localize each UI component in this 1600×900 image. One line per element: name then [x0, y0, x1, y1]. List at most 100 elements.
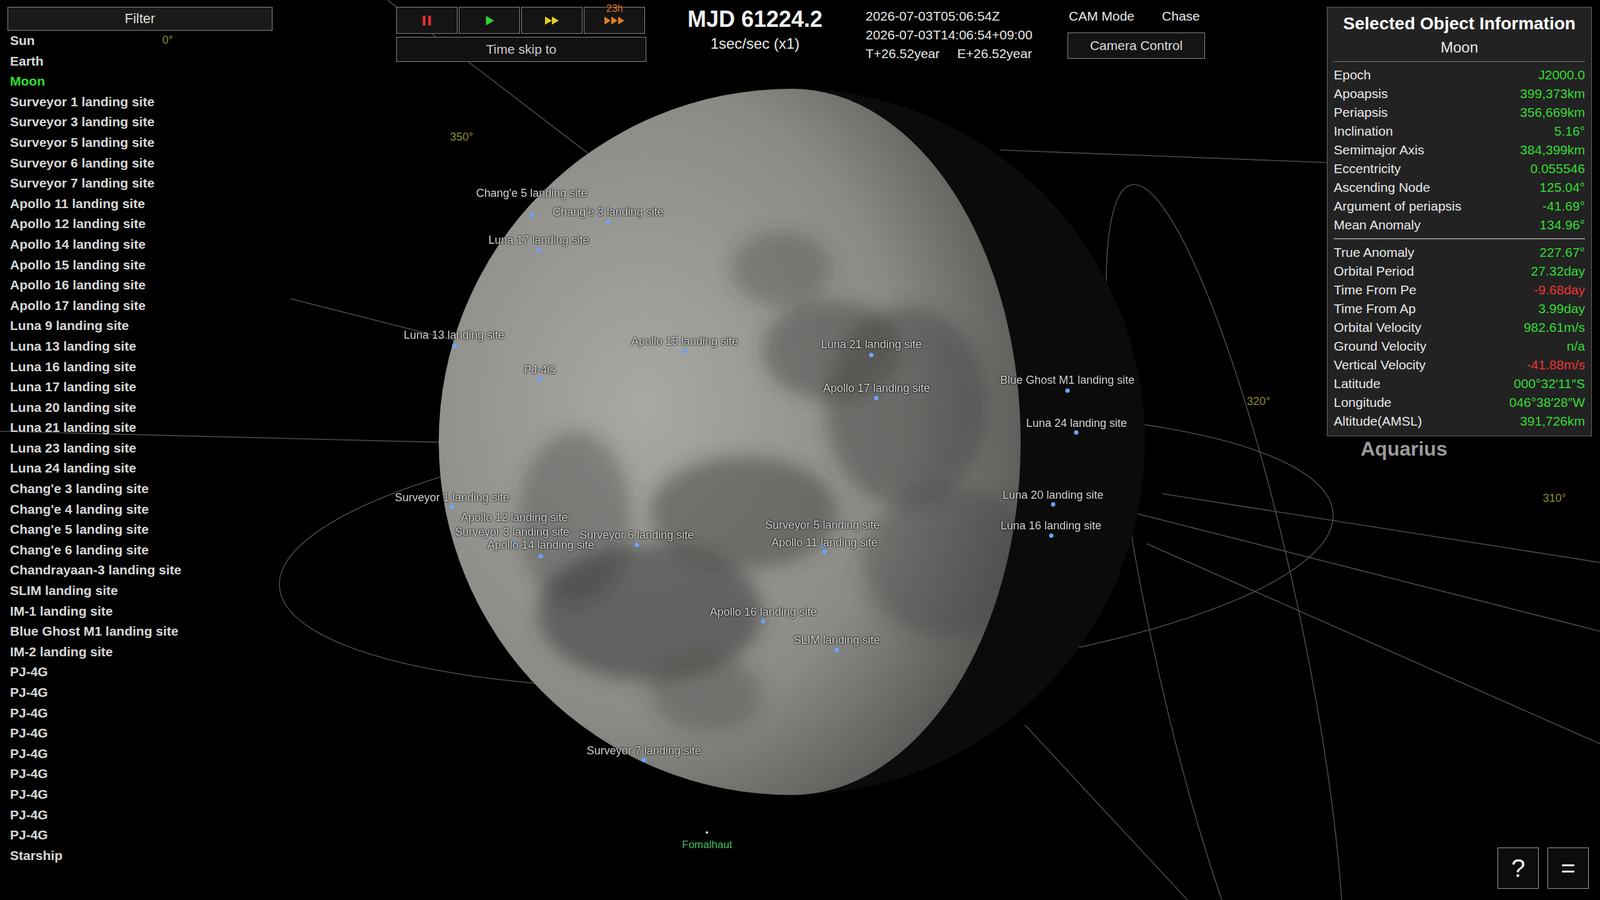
site-pin[interactable] [874, 395, 879, 400]
mjd-readout: MJD 61224.2 [687, 6, 823, 33]
pause-button[interactable] [396, 6, 458, 34]
sidebar-item[interactable]: Apollo 16 landing site [7, 275, 273, 296]
sidebar-item[interactable]: Luna 21 landing site [7, 417, 273, 439]
sidebar-item[interactable]: SLIM landing site [7, 580, 273, 602]
site-label[interactable]: Chang'e 3 landing site [552, 205, 664, 219]
site-pin[interactable] [822, 550, 827, 555]
site-label[interactable]: Luna 20 landing site [1002, 488, 1104, 502]
sidebar-item[interactable]: Chandrayaan-3 landing site [7, 560, 273, 581]
fast-button[interactable] [521, 6, 583, 34]
info-row: Altitude(AMSL)391,726km [1333, 411, 1585, 431]
info-value: n/a [1566, 336, 1585, 356]
sidebar-item[interactable]: PJ-4G [7, 723, 273, 744]
sidebar-item[interactable]: PJ-4G [7, 743, 273, 765]
star-dot[interactable] [705, 831, 709, 834]
sidebar-item[interactable]: PJ-4G [7, 661, 273, 683]
sidebar-item[interactable]: Chang'e 3 landing site [7, 478, 273, 500]
sidebar-item[interactable]: Apollo 12 landing site [7, 213, 273, 235]
site-label[interactable]: Surveyor 6 landing site [579, 528, 694, 542]
info-label: Orbital Period [1333, 261, 1414, 281]
site-label[interactable]: PJ-4G [523, 363, 556, 377]
site-pin[interactable] [537, 377, 542, 382]
sidebar-item[interactable]: Apollo 11 landing site [7, 193, 273, 215]
sidebar-item[interactable]: IM-1 landing site [7, 601, 273, 622]
site-pin[interactable] [1048, 533, 1054, 539]
sidebar-item[interactable]: PJ-4G [7, 682, 273, 704]
site-pin[interactable] [450, 505, 455, 510]
sidebar-item[interactable]: Luna 24 landing site [7, 458, 273, 479]
site-pin[interactable] [536, 248, 542, 253]
filter-button[interactable]: Filter [7, 6, 273, 31]
site-pin[interactable] [682, 348, 687, 354]
sidebar-item[interactable]: PJ-4G [7, 825, 273, 846]
object-name: Moon [1333, 36, 1585, 62]
site-label[interactable]: Chang'e 5 landing site [476, 186, 588, 200]
sidebar-item[interactable]: Apollo 14 landing site [7, 234, 273, 255]
sidebar-item[interactable]: Surveyor 5 landing site [7, 132, 273, 154]
site-label[interactable]: Apollo 11 landing site [771, 536, 878, 550]
sidebar-item[interactable]: PJ-4G [7, 703, 273, 724]
sidebar-item[interactable]: Chang'e 5 landing site [7, 519, 273, 540]
site-pin[interactable] [451, 343, 457, 349]
site-pin[interactable] [761, 619, 766, 624]
menu-button[interactable]: = [1547, 847, 1589, 889]
site-pin[interactable] [1074, 430, 1079, 435]
site-pin[interactable] [1050, 501, 1055, 507]
sidebar-item[interactable]: Luna 23 landing site [7, 438, 273, 459]
site-pin[interactable] [1065, 388, 1070, 394]
sidebar-item[interactable]: Moon [7, 71, 273, 92]
sidebar-item[interactable]: Chang'e 4 landing site [7, 499, 273, 520]
sidebar-item[interactable]: Sun [7, 30, 273, 52]
sidebar-item[interactable]: Luna 17 landing site [7, 376, 273, 398]
cam-mode-value[interactable]: Chase [1161, 8, 1200, 24]
site-label[interactable]: SLIM landing site [793, 633, 880, 647]
sidebar-item[interactable]: Luna 9 landing site [7, 315, 273, 337]
play-button[interactable] [458, 6, 520, 34]
site-label[interactable]: Luna 24 landing site [1026, 416, 1127, 430]
site-label[interactable]: Luna 13 landing site [403, 328, 505, 342]
site-label[interactable]: Luna 17 landing site [488, 233, 589, 247]
site-pin[interactable] [641, 758, 647, 763]
sidebar-item[interactable]: IM-2 landing site [7, 641, 273, 663]
sidebar-item[interactable]: Surveyor 7 landing site [7, 173, 273, 194]
site-pin[interactable] [538, 553, 544, 559]
site-label[interactable]: Luna 16 landing site [1000, 519, 1102, 533]
site-label[interactable]: Surveyor 3 landing site [455, 525, 570, 539]
sidebar-item[interactable]: Luna 13 landing site [7, 336, 273, 357]
site-pin[interactable] [634, 542, 639, 547]
site-label[interactable]: Blue Ghost M1 landing site [1000, 373, 1135, 387]
sidebar-item[interactable]: PJ-4G [7, 805, 273, 826]
site-label[interactable]: Surveyor 5 landing site [765, 518, 880, 532]
sidebar-item[interactable]: Chang'e 6 landing site [7, 540, 273, 561]
sidebar-item[interactable]: PJ-4G [7, 784, 273, 805]
site-pin[interactable] [529, 213, 534, 218]
site-pin[interactable] [606, 220, 611, 225]
sidebar-item[interactable]: Luna 20 landing site [7, 397, 273, 419]
sidebar-item[interactable]: Surveyor 1 landing site [7, 91, 273, 113]
site-label[interactable]: Apollo 15 landing site [631, 335, 739, 349]
site-label[interactable]: Apollo 16 landing site [710, 605, 817, 619]
play-icon [482, 13, 497, 28]
info-row: Longitude046°38′28″W [1333, 393, 1585, 412]
sidebar-item[interactable]: Apollo 15 landing site [7, 255, 273, 276]
sidebar-item[interactable]: Starship [7, 845, 273, 867]
info-row: EpochJ2000.0 [1333, 65, 1585, 85]
sidebar-item[interactable]: Surveyor 3 landing site [7, 111, 273, 133]
site-label[interactable]: Surveyor 7 landing site [586, 744, 702, 758]
time-skip-button[interactable]: Time skip to [396, 36, 647, 62]
sidebar-item[interactable]: PJ-4G [7, 763, 273, 785]
site-label[interactable]: Apollo 14 landing site [487, 538, 595, 552]
sidebar-item[interactable]: Luna 16 landing site [7, 356, 273, 378]
camera-control-button[interactable]: Camera Control [1067, 32, 1205, 59]
site-label[interactable]: Surveyor 1 landing site [395, 491, 510, 505]
site-pin[interactable] [869, 353, 874, 358]
site-pin[interactable] [834, 648, 839, 653]
site-label[interactable]: Luna 21 landing site [821, 338, 922, 352]
sidebar-item[interactable]: Apollo 17 landing site [7, 295, 273, 317]
sidebar-item[interactable]: Earth [7, 51, 273, 72]
help-button[interactable]: ? [1497, 847, 1539, 889]
sidebar-item[interactable]: Surveyor 6 landing site [7, 153, 273, 174]
site-label[interactable]: Apollo 12 landing site [460, 511, 568, 525]
site-label[interactable]: Apollo 17 landing site [823, 381, 930, 395]
sidebar-item[interactable]: Blue Ghost M1 landing site [7, 621, 273, 642]
